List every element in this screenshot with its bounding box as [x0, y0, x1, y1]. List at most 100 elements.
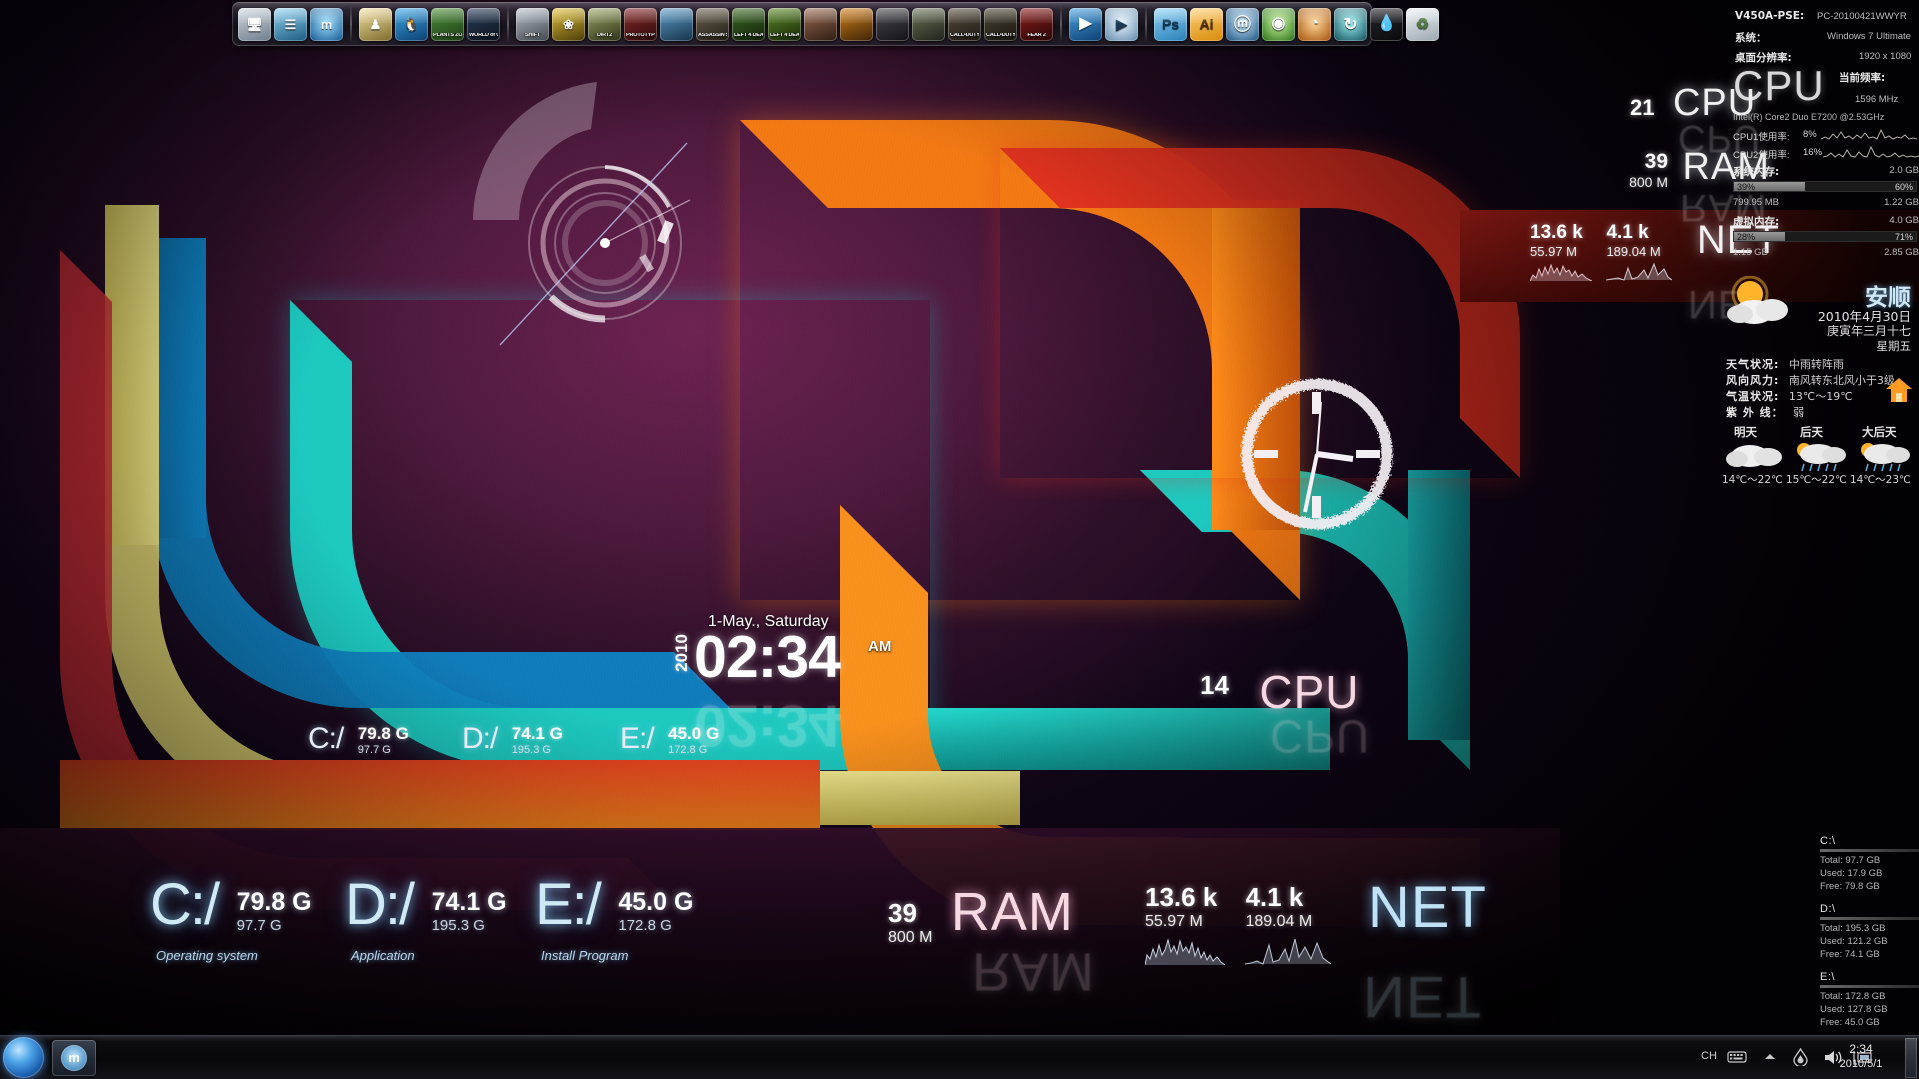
weather-uv-value: 弱: [1793, 406, 1805, 419]
small-drive-c-total: 97.7 G: [357, 744, 391, 756]
vmem-used: 1.15 GB: [1733, 247, 1768, 258]
game-icon-portrait-woman[interactable]: [804, 7, 837, 41]
ram-bottom-used: 800 M: [888, 929, 933, 946]
frequency-value: 1596 MHz: [1855, 94, 1899, 105]
water-drop-tray-icon[interactable]: [1792, 1048, 1809, 1066]
drive-panel-e: E:\ Total: 172.8 GB Used: 127.8 GB Free:…: [1820, 971, 1919, 1029]
recycle-bin-icon[interactable]: ♻: [1406, 7, 1439, 41]
game-icon-plants-vs-zombies[interactable]: PLANTS ZOMBIES: [431, 7, 464, 41]
big-drive-c-letter: C:/: [150, 872, 220, 937]
cpu2-label: CPU2使用率:: [1733, 150, 1790, 161]
os-value: Windows 7 Ultimate: [1827, 31, 1911, 42]
drive-panel-c-bar: [1820, 849, 1919, 852]
winamp-icon[interactable]: ⓜ: [1226, 7, 1259, 41]
drive-panel-c-name: C:\: [1820, 835, 1836, 847]
net-top-upload-graph: [1606, 262, 1673, 281]
net-top-download-graph: [1529, 263, 1593, 282]
media-player-icon[interactable]: ▶: [1105, 7, 1138, 41]
game-icon-blue-fantasy[interactable]: [660, 7, 693, 41]
application-dock[interactable]: 🖥 ☰ m ♟ 🐧 PLANTS ZOMBIES WORLD of GOO SH…: [232, 2, 1439, 46]
game-icon-dirt-2[interactable]: DiRT2: [588, 7, 621, 41]
start-button[interactable]: [3, 1037, 44, 1078]
big-drive-d-letter: D:/: [345, 872, 415, 937]
forecast-icon-2-rain: [1797, 443, 1846, 472]
cpu-center-widget: 14 CPU CPU: [1200, 669, 1371, 763]
desktop-screen: 2010 1-May., Saturday 02:34 AM 02:34 C:/…: [0, 0, 1919, 1079]
clock-year: 2010: [672, 634, 691, 672]
net-bottom-label-reflection: NET: [1363, 964, 1482, 1030]
clock-time: 02:34: [694, 624, 841, 690]
small-drive-e-letter: E:/: [620, 722, 655, 755]
maxthon-browser-icon[interactable]: m: [310, 7, 343, 41]
water-drop-icon[interactable]: 💧: [1370, 7, 1403, 41]
windows-taskbar[interactable]: m CH 2:34 2010/5/1: [0, 1035, 1919, 1079]
orange-app-icon[interactable]: ◔: [1298, 7, 1331, 41]
net-top-up-total: 189.04 M: [1606, 244, 1661, 259]
game-icon-yellow-flower[interactable]: ❀: [552, 7, 585, 41]
ram-bottom-label-reflection: RAM: [972, 941, 1095, 1002]
monitor-icon[interactable]: 🖥: [238, 7, 271, 41]
game-icon-prototype[interactable]: PROTOTYPE: [624, 7, 657, 41]
game-icon-fear-2[interactable]: FEAR 2: [1020, 7, 1053, 41]
weather-uv-label: 紫 外 线：: [1726, 406, 1784, 419]
game-icon-qq-penguin[interactable]: 🐧: [395, 7, 428, 41]
illustrator-icon[interactable]: Ai: [1190, 7, 1223, 41]
big-drive-e-caption: Install Program: [541, 948, 629, 963]
game-icon-world-of-goo[interactable]: WORLD of GOO: [467, 7, 500, 41]
game-icon-dark-shooter[interactable]: [876, 7, 909, 41]
big-drive-d-free: 74.1 G: [431, 888, 507, 916]
small-drive-d-free: 74.1 G: [511, 724, 563, 743]
game-icon-penguin-yellow[interactable]: ♟: [359, 7, 392, 41]
net-top-down-rate: 13.6 k: [1530, 222, 1583, 243]
window-blinds-icon[interactable]: ☰: [274, 7, 307, 41]
small-drive-e: E:/ 45.0 G 172.8 G: [620, 722, 719, 756]
vmem-total: 4.0 GB: [1889, 215, 1919, 226]
taskbar-clock[interactable]: 2:34 2010/5/1: [1829, 1041, 1893, 1072]
ime-indicator[interactable]: CH: [1701, 1050, 1717, 1062]
home-icon[interactable]: [1885, 376, 1913, 404]
net-bottom-label: NET: [1367, 875, 1487, 940]
show-hidden-icons-icon[interactable]: [1764, 1053, 1776, 1061]
drive-panel-e-used: Used: 127.8 GB: [1820, 1004, 1888, 1015]
photoshop-icon[interactable]: Ps: [1154, 7, 1187, 41]
big-drive-e-free: 45.0 G: [618, 888, 694, 916]
game-icon-assassins-creed[interactable]: ASSASSIN'S: [696, 7, 729, 41]
drive-panel-d-used: Used: 121.2 GB: [1820, 936, 1888, 947]
machine-label: V450A-PSE:: [1735, 10, 1805, 22]
cpu-center-label-reflection: CPU: [1270, 710, 1371, 763]
forecast-day-2: 后天: [1800, 425, 1823, 439]
weather-condition-label: 天气状况:: [1726, 358, 1780, 371]
cpu2-value: 16%: [1803, 147, 1823, 158]
dock-separator: [507, 7, 509, 41]
game-icon-call-of-duty-2[interactable]: CALL•DUTY: [984, 7, 1017, 41]
green-app-icon[interactable]: ◉: [1262, 7, 1295, 41]
cpu1-label: CPU1使用率:: [1733, 132, 1790, 143]
game-icon-soldier[interactable]: [912, 7, 945, 41]
taskbar-maxthon-button[interactable]: m: [52, 1040, 96, 1076]
game-icon-left-4-dead-2[interactable]: LEFT 4 DEAD 2: [768, 7, 801, 41]
os-label: 系统：: [1735, 32, 1767, 44]
sysmem-used: 799.95 MB: [1733, 197, 1779, 208]
system-info-panel: V450A-PSE: PC-20100421WWYR 系统： Windows 7…: [1733, 4, 1919, 272]
cpu2-graph: [1823, 145, 1919, 158]
game-icon-left-4-dead[interactable]: LEFT 4 DEAD: [732, 7, 765, 41]
weather-condition-value: 中雨转阵雨: [1788, 358, 1844, 371]
show-desktop-button[interactable]: [1905, 1038, 1917, 1078]
kmplayer-icon[interactable]: ▶: [1069, 7, 1102, 41]
ram-top-used: 800 M: [1629, 174, 1668, 190]
big-drive-e-letter: E:/: [535, 872, 602, 937]
cpu1-value: 8%: [1803, 129, 1817, 140]
weather-date-lunar: 庚寅年三月十七: [1826, 324, 1911, 338]
game-icon-orange-action[interactable]: [840, 7, 873, 41]
big-drive-d-total: 195.3 G: [431, 917, 485, 934]
keyboard-icon[interactable]: [1727, 1049, 1747, 1064]
drive-panel-c-free: Free: 79.8 GB: [1820, 881, 1880, 892]
big-drive-c: C:/ 79.8 G 97.7 G Operating system: [150, 876, 312, 964]
drive-panel-e-bar: [1820, 985, 1919, 988]
game-icon-racing-white[interactable]: SHIFT: [516, 7, 549, 41]
wallpaper: 2010 1-May., Saturday 02:34 AM 02:34 C:/…: [0, 0, 1919, 1035]
weather-wind-row: 风向风力: 南风转东北风小于3级: [1726, 372, 1895, 388]
cpu-top-percent: 21: [1630, 95, 1655, 120]
cycle-app-icon[interactable]: ↻: [1334, 7, 1367, 41]
game-icon-call-of-duty[interactable]: CALL•DUTY: [948, 7, 981, 41]
